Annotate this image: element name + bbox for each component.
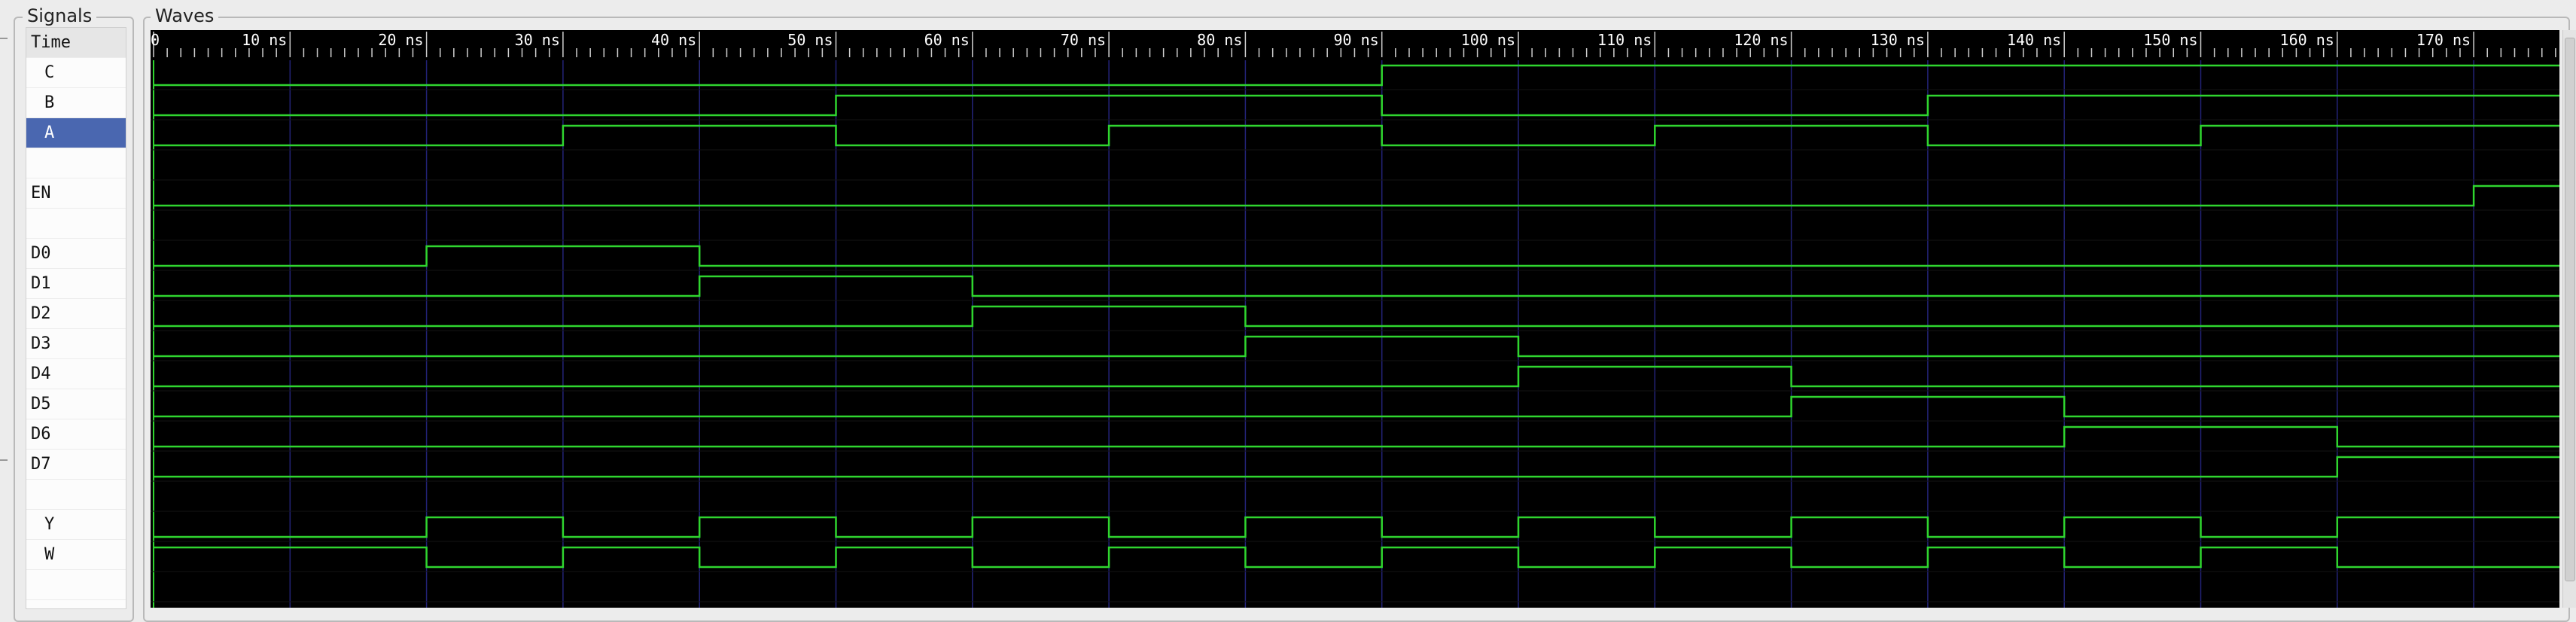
signal-row-c[interactable]: C — [26, 58, 126, 88]
wave-d1 — [154, 275, 2559, 297]
signal-label: D7 — [31, 455, 51, 474]
ruler-label: 140 ns — [2007, 31, 2061, 49]
left-edge-marker — [0, 459, 8, 461]
ruler-label: 30 ns — [515, 31, 560, 49]
ruler-label: 150 ns — [2143, 31, 2197, 49]
ruler-label: 100 ns — [1461, 31, 1515, 49]
wave-d5 — [154, 395, 2559, 418]
signal-label: D0 — [31, 244, 51, 263]
wave-a — [154, 124, 2559, 147]
signal-row-d7[interactable]: D7 — [26, 450, 126, 480]
signal-row-w[interactable]: W — [26, 540, 126, 570]
signal-row-d6[interactable]: D6 — [26, 419, 126, 450]
wave-y — [154, 516, 2559, 538]
waves-panel-title: Waves — [151, 6, 219, 26]
signal-list[interactable]: Time C B A EN D0 D1 D2 D3 D4 D5 D6 D7 Y W — [26, 27, 126, 609]
signals-panel-title: Signals — [23, 6, 97, 26]
signal-label: D2 — [31, 304, 51, 323]
waveform-canvas: 0 10 ns 20 ns 30 ns 40 ns 50 ns 60 ns 70 ns 80 n… — [151, 30, 2559, 608]
vertical-scrollbar[interactable] — [2562, 30, 2576, 608]
signal-label: A — [44, 123, 55, 142]
signal-row-d4[interactable]: D4 — [26, 359, 126, 389]
ruler-label: 110 ns — [1597, 31, 1652, 49]
ruler-label: 80 ns — [1197, 31, 1242, 49]
waveform-view[interactable]: 0 10 ns 20 ns 30 ns 40 ns 50 ns 60 ns 70 ns 80 n… — [151, 30, 2559, 608]
ruler-label: 160 ns — [2280, 31, 2334, 49]
signal-row-a[interactable]: A — [26, 118, 126, 148]
wave-d0 — [154, 245, 2559, 267]
signal-row-d1[interactable]: D1 — [26, 269, 126, 299]
ruler-label: 60 ns — [924, 31, 970, 49]
signal-label: B — [44, 93, 55, 112]
signal-row-b[interactable]: B — [26, 88, 126, 118]
signal-label: D4 — [31, 364, 51, 383]
wave-b — [154, 94, 2559, 117]
signal-row-en[interactable]: EN — [26, 178, 126, 209]
wave-d7 — [154, 456, 2559, 478]
signal-label: D5 — [31, 395, 51, 413]
signal-row-d3[interactable]: D3 — [26, 329, 126, 359]
scrollbar-thumb[interactable] — [2565, 38, 2575, 581]
wave-c — [154, 64, 2559, 87]
ruler-label: 70 ns — [1061, 31, 1106, 49]
ruler-label: 10 ns — [242, 31, 287, 49]
signal-row-d0[interactable]: D0 — [26, 239, 126, 269]
signal-label: Time — [31, 33, 71, 52]
time-header: Time — [26, 28, 126, 58]
signal-label: C — [44, 63, 55, 82]
signal-label: Y — [44, 515, 55, 534]
signal-label: D3 — [31, 334, 51, 353]
signal-row-d2[interactable]: D2 — [26, 299, 126, 329]
wave-d2 — [154, 305, 2559, 328]
wave-w — [154, 546, 2559, 569]
ruler-label: 120 ns — [1734, 31, 1788, 49]
ruler-label: 40 ns — [651, 31, 696, 49]
signal-label: W — [44, 545, 55, 564]
signal-label: D6 — [31, 425, 51, 444]
ruler-label: 90 ns — [1333, 31, 1378, 49]
ruler-label: 50 ns — [787, 31, 833, 49]
signal-row-y[interactable]: Y — [26, 510, 126, 540]
signal-label: EN — [31, 184, 51, 203]
ruler-label: 170 ns — [2416, 31, 2471, 49]
wave-en — [154, 184, 2559, 207]
signal-row-spacer[interactable] — [26, 148, 126, 178]
signal-row-spacer[interactable] — [26, 209, 126, 239]
signal-row-d5[interactable]: D5 — [26, 389, 126, 419]
signal-row-spacer[interactable] — [26, 570, 126, 600]
signal-label: D1 — [31, 274, 51, 293]
ruler-label: 20 ns — [378, 31, 423, 49]
left-edge-marker-top — [0, 38, 8, 39]
wave-d4 — [154, 365, 2559, 388]
ruler-label: 0 — [151, 31, 160, 49]
wave-d6 — [154, 425, 2559, 448]
wave-d3 — [154, 335, 2559, 358]
signal-row-spacer[interactable] — [26, 480, 126, 510]
ruler-label: 130 ns — [1871, 31, 1925, 49]
